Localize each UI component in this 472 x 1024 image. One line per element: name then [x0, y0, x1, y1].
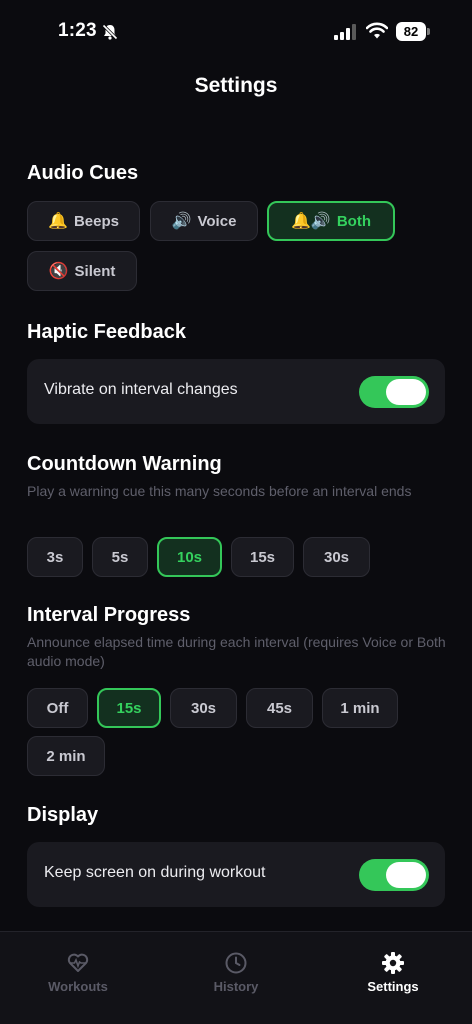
countdown-option-10s[interactable]: 10s	[157, 537, 222, 577]
toggle-knob	[386, 379, 426, 405]
haptic-card: Vibrate on interval changes	[27, 359, 445, 424]
bell-icon: 🔔	[48, 213, 68, 230]
tab-settings-label: Settings	[367, 979, 419, 994]
keep-screen-on-toggle[interactable]	[359, 859, 429, 891]
haptic-label: Vibrate on interval changes	[44, 381, 238, 398]
interval-progress-description: Announce elapsed time during each interv…	[27, 634, 446, 669]
display-title: Display	[27, 804, 99, 826]
countdown-title: Countdown Warning	[27, 453, 222, 475]
tab-workouts-label: Workouts	[48, 979, 108, 994]
cellular-signal-icon	[334, 24, 356, 40]
progress-option-15s[interactable]: 15s	[97, 688, 161, 728]
page-title: Settings	[194, 74, 278, 97]
mute-icon: 🔇	[48, 263, 69, 280]
interval-progress-title: Interval Progress	[27, 604, 191, 626]
heart-pulse-icon	[67, 953, 89, 972]
battery-indicator: 82	[396, 22, 430, 41]
audio-option-both[interactable]: 🔔🔊 Both	[267, 201, 395, 241]
audio-option-voice[interactable]: 🔊 Voice	[150, 201, 258, 241]
tab-settings[interactable]: Settings	[333, 932, 453, 1012]
progress-option-2min[interactable]: 2 min	[27, 736, 105, 776]
countdown-option-5s[interactable]: 5s	[92, 537, 148, 577]
countdown-option-30s[interactable]: 30s	[303, 537, 370, 577]
battery-level: 82	[396, 22, 426, 41]
haptic-title: Haptic Feedback	[27, 321, 186, 343]
tab-bar: Workouts History Settings	[0, 931, 472, 1024]
wifi-icon	[366, 22, 388, 39]
countdown-option-15s[interactable]: 15s	[231, 537, 294, 577]
progress-option-30s[interactable]: 30s	[170, 688, 237, 728]
countdown-description: Play a warning cue this many seconds bef…	[27, 483, 412, 499]
bell-slash-icon	[102, 24, 118, 40]
bell-speaker-icon: 🔔🔊	[291, 213, 331, 230]
display-card: Keep screen on during workout	[27, 842, 445, 907]
speaker-icon: 🔊	[171, 213, 192, 230]
status-bar: 1:23 82	[0, 0, 472, 64]
progress-option-45s[interactable]: 45s	[246, 688, 313, 728]
clock-icon	[225, 952, 247, 974]
vibrate-toggle[interactable]	[359, 376, 429, 408]
tab-workouts[interactable]: Workouts	[18, 932, 138, 1012]
countdown-option-3s[interactable]: 3s	[27, 537, 83, 577]
display-label: Keep screen on during workout	[44, 864, 266, 881]
gear-icon	[382, 952, 404, 974]
audio-option-beeps[interactable]: 🔔 Beeps	[27, 201, 140, 241]
status-time: 1:23	[58, 20, 97, 41]
tab-history-label: History	[213, 979, 259, 994]
toggle-knob	[386, 862, 426, 888]
progress-option-1min[interactable]: 1 min	[322, 688, 398, 728]
tab-history[interactable]: History	[176, 932, 296, 1012]
audio-cues-title: Audio Cues	[27, 162, 139, 184]
progress-option-off[interactable]: Off	[27, 688, 88, 728]
audio-option-silent[interactable]: 🔇 Silent	[27, 251, 137, 291]
